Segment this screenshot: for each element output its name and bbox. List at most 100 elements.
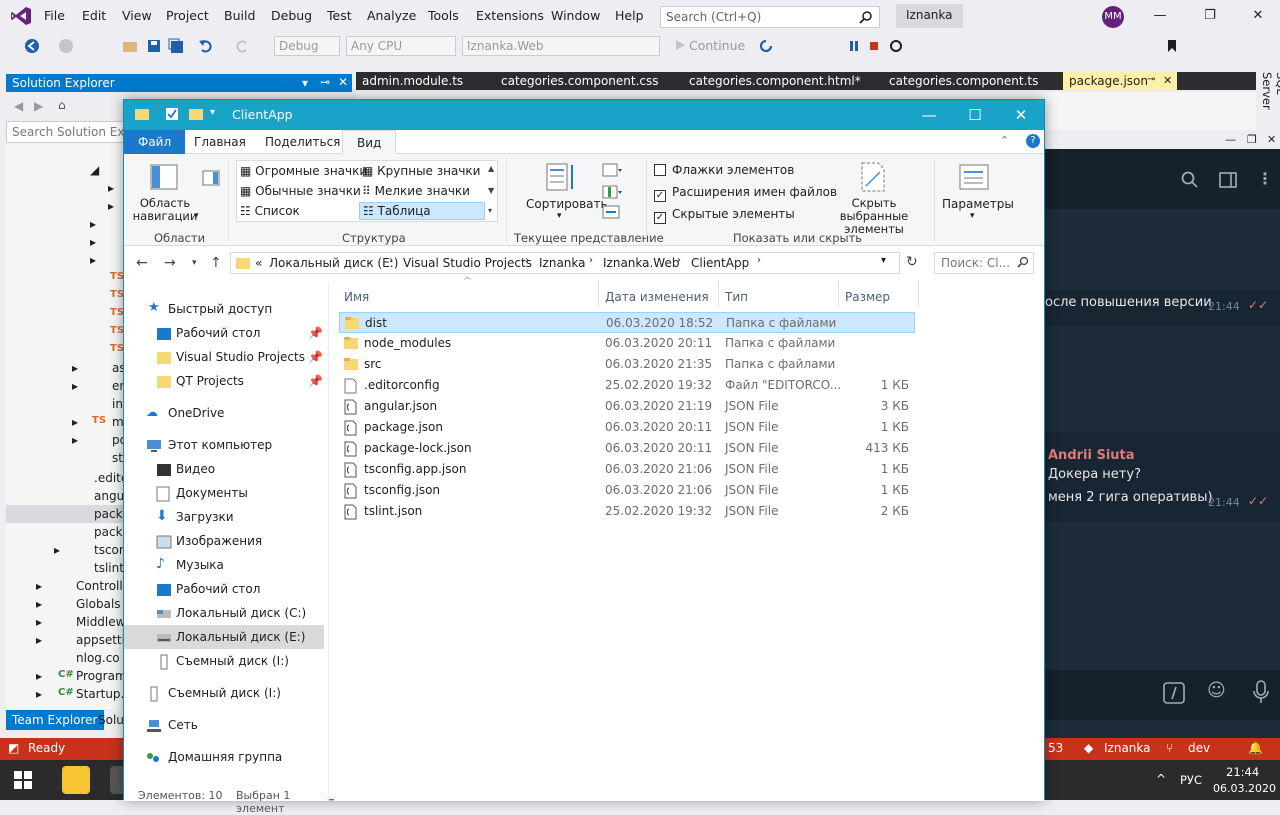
sidebar-toggle-icon[interactable] bbox=[1219, 171, 1237, 189]
startup-project-select[interactable]: Iznanka.Web bbox=[462, 36, 660, 56]
vs-close-icon[interactable]: ✕ bbox=[1248, 6, 1268, 26]
dropdown-arrow-icon[interactable]: ▾ bbox=[970, 211, 975, 221]
nav-network[interactable]: Сеть bbox=[124, 713, 324, 737]
nav-onedrive[interactable]: ☁ OneDrive bbox=[124, 401, 324, 425]
emoji-icon[interactable]: ☺ bbox=[1207, 680, 1226, 701]
nav-usb-i-root[interactable]: Съемный диск (I:) bbox=[124, 681, 324, 705]
close-panel-icon[interactable]: ✕ bbox=[338, 75, 348, 89]
expander-icon[interactable]: ▸ bbox=[72, 379, 78, 393]
dropdown-arrow-icon[interactable]: ▾ bbox=[194, 211, 199, 221]
refresh-icon[interactable] bbox=[758, 38, 774, 54]
preview-pane-icon[interactable] bbox=[202, 170, 220, 186]
nav-quick-access[interactable]: ★ Быстрый доступ bbox=[124, 297, 324, 321]
refresh-icon[interactable]: ↻ bbox=[906, 254, 918, 270]
save-all-icon[interactable] bbox=[168, 38, 184, 54]
help-icon[interactable]: ? bbox=[1026, 134, 1040, 148]
menu-test[interactable]: Test bbox=[327, 8, 352, 23]
layout-details[interactable]: ☷ Таблица bbox=[359, 202, 485, 220]
nav-documents[interactable]: Документы bbox=[124, 481, 324, 505]
configuration-select[interactable]: Debug bbox=[274, 36, 340, 56]
tab-view[interactable]: Вид bbox=[342, 130, 397, 154]
minimize-icon[interactable]: — bbox=[906, 100, 952, 130]
vs-minimize-icon[interactable]: — bbox=[1150, 6, 1170, 26]
breadcrumb-chevron-icon[interactable]: › bbox=[389, 255, 393, 266]
expander-icon[interactable]: ▸ bbox=[36, 579, 42, 593]
file-extensions-toggle[interactable]: ✓ Расширения имен файлов bbox=[654, 185, 837, 202]
expander-icon[interactable]: ▸ bbox=[36, 669, 42, 683]
size-columns-icon[interactable] bbox=[602, 204, 620, 220]
gallery-down-icon[interactable]: ▼ bbox=[488, 186, 494, 195]
column-divider[interactable] bbox=[598, 280, 599, 308]
layout-list[interactable]: ☷ Список bbox=[240, 204, 300, 218]
menu-window[interactable]: Window bbox=[551, 8, 600, 23]
expander-icon[interactable]: ▸ bbox=[90, 235, 96, 249]
bookmark-icon[interactable] bbox=[1164, 38, 1180, 54]
nav-downloads[interactable]: ⬇ Загрузки bbox=[124, 505, 324, 529]
notification-bell-icon[interactable]: 🔔 bbox=[1248, 741, 1263, 755]
message-input-bar[interactable]: ☺ bbox=[1045, 670, 1280, 720]
gallery-up-icon[interactable]: ▲ bbox=[488, 164, 494, 173]
clock-time[interactable]: 21:44 bbox=[1226, 765, 1259, 779]
nav-desktop[interactable]: Рабочий стол 📌 bbox=[124, 321, 324, 345]
nav-drive-e[interactable]: Локальный диск (E:) bbox=[124, 625, 324, 649]
breadcrumb-iznanka[interactable]: Iznanka bbox=[539, 256, 586, 270]
layout-small[interactable]: ⠿ Мелкие значки bbox=[362, 184, 470, 198]
menu-edit[interactable]: Edit bbox=[82, 8, 106, 23]
tab-categories-css[interactable]: categories.component.css bbox=[495, 72, 665, 90]
expander-icon[interactable]: ▸ bbox=[72, 433, 78, 447]
column-divider[interactable] bbox=[838, 280, 839, 308]
status-branch[interactable]: dev bbox=[1188, 741, 1210, 755]
layout-extra-large[interactable]: ▦ Огромные значки bbox=[240, 164, 367, 178]
tab-home[interactable]: Главная bbox=[180, 130, 260, 154]
tab-team-explorer[interactable]: Team Explorer bbox=[6, 710, 104, 730]
menu-file[interactable]: File bbox=[44, 8, 65, 23]
menu-help[interactable]: Help bbox=[615, 8, 644, 23]
nav-usb-i[interactable]: Съемный диск (I:) bbox=[124, 649, 324, 673]
tray-chevron-icon[interactable]: ^ bbox=[1156, 772, 1166, 786]
pin-icon[interactable]: ⊸ bbox=[320, 75, 330, 89]
collapse-ribbon-icon[interactable]: ⌃ bbox=[1000, 134, 1009, 147]
breadcrumb-clientapp[interactable]: ClientApp bbox=[691, 256, 749, 270]
minimize-icon[interactable]: — bbox=[1225, 133, 1236, 146]
file-extensions-checkbox[interactable]: ✓ bbox=[654, 190, 666, 202]
vs-search-box[interactable]: Search (Ctrl+Q) bbox=[660, 6, 880, 28]
continue-button[interactable]: Continue bbox=[689, 38, 745, 53]
hidden-items-toggle[interactable]: ✓ Скрытые элементы bbox=[654, 207, 795, 224]
properties-icon[interactable] bbox=[164, 106, 180, 122]
back-arrow-icon[interactable]: ← bbox=[136, 255, 148, 271]
tab-package-json[interactable]: package.json ⊸ ✕ bbox=[1063, 72, 1177, 90]
new-folder-icon[interactable] bbox=[188, 106, 204, 122]
column-name[interactable]: Имя bbox=[344, 290, 369, 304]
expander-icon[interactable]: ▸ bbox=[36, 633, 42, 647]
breadcrumb-iznanka-web[interactable]: Iznanka.Web bbox=[603, 256, 679, 270]
breadcrumb-chevron-icon[interactable]: › bbox=[589, 255, 593, 266]
breadcrumb-chevron-icon[interactable]: › bbox=[757, 255, 761, 266]
undo-icon[interactable] bbox=[198, 38, 214, 54]
expander-icon[interactable]: ◢ bbox=[90, 163, 99, 177]
tab-admin-module[interactable]: admin.module.ts bbox=[356, 72, 469, 90]
pin-icon[interactable]: 📌 bbox=[308, 326, 323, 340]
nav-this-pc[interactable]: Этот компьютер bbox=[124, 433, 324, 457]
breadcrumb-overflow[interactable]: « bbox=[255, 256, 262, 270]
file-row[interactable]: .editorconfig 25.02.2020 19:32 Файл "EDITO… bbox=[339, 375, 915, 396]
expander-icon[interactable]: ▸ bbox=[54, 543, 60, 557]
close-icon[interactable]: ✕ bbox=[998, 100, 1044, 130]
tab-solution-explorer[interactable]: Solu bbox=[96, 710, 126, 730]
pin-icon[interactable]: 📌 bbox=[308, 374, 323, 388]
expander-icon[interactable]: ▸ bbox=[36, 597, 42, 611]
maximize-icon[interactable]: ☐ bbox=[952, 100, 998, 130]
menu-build[interactable]: Build bbox=[224, 8, 255, 23]
nav-vs-projects[interactable]: Visual Studio Projects 📌 bbox=[124, 345, 324, 369]
item-checkboxes-toggle[interactable]: Флажки элементов bbox=[654, 163, 794, 177]
search-icon[interactable] bbox=[1181, 171, 1199, 189]
user-avatar[interactable]: MM bbox=[1102, 6, 1124, 28]
quick-access-dropdown-icon[interactable]: ▾ bbox=[210, 107, 215, 118]
expander-icon[interactable]: ▸ bbox=[72, 361, 78, 375]
solution-explorer-title[interactable]: Solution Explorer ▾ ⊸ ✕ bbox=[6, 74, 352, 92]
platform-select[interactable]: Any CPU bbox=[346, 36, 456, 56]
file-row[interactable]: package-lock.json 06.03.2020 20:11 JSON Fi… bbox=[339, 438, 915, 459]
options-button[interactable]: Параметры bbox=[942, 197, 1014, 211]
nav-music[interactable]: ♪ Музыка bbox=[124, 553, 324, 577]
item-checkboxes-checkbox[interactable] bbox=[654, 164, 666, 176]
se-back-icon[interactable]: ◀ bbox=[14, 99, 23, 113]
